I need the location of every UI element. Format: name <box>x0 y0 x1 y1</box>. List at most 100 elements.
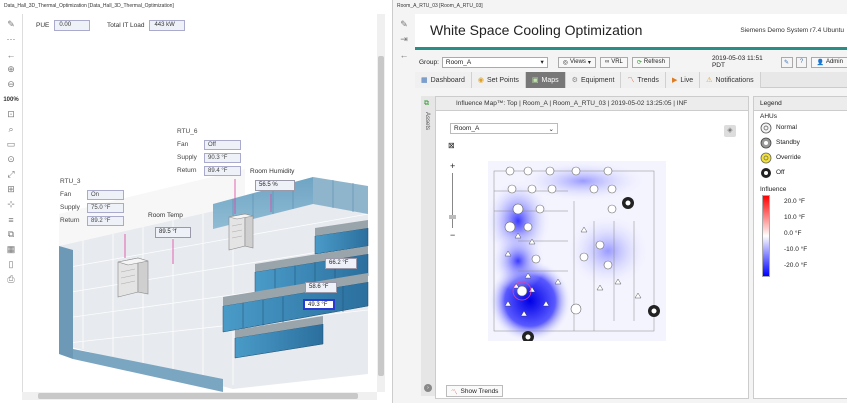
zoom-slider-handle[interactable] <box>449 215 456 219</box>
ahus-label: AHUs <box>760 113 777 120</box>
rack-temp-3[interactable]: 49.3 °F <box>303 299 335 310</box>
system-name: Siemens Demo System r7.4 Ubuntu <box>740 27 844 34</box>
rtu-3-title: RTU_3 <box>60 178 81 185</box>
pen-icon[interactable]: ✎ <box>3 18 19 31</box>
grid-icon[interactable]: ▦ <box>3 243 19 256</box>
rtu-6-unit[interactable] <box>228 213 254 251</box>
fit-icon[interactable]: ⊡ <box>3 108 19 121</box>
total-it-load-value: 443 kW <box>149 20 186 31</box>
tab-label: Notifications <box>715 76 754 84</box>
views-label: Views <box>570 59 586 65</box>
pue-readout: PUE 0.00 <box>36 20 91 31</box>
dots-icon[interactable]: ⋯ <box>3 33 19 46</box>
search-icon[interactable]: ⌕ <box>3 123 19 136</box>
app-title: White Space Cooling Optimization <box>430 22 643 38</box>
layers-icon[interactable]: ◈ <box>724 125 736 137</box>
rtu-6-info[interactable]: RTU_6 Fan Off Supply 90.3 °F Return 89.4 °F <box>177 128 241 178</box>
influence-scale-value: 20.0 °F <box>784 197 806 205</box>
frame-icon[interactable]: ▭ <box>3 138 19 151</box>
group-select[interactable]: Room_A ▾ <box>441 56 548 68</box>
rtu-3-info[interactable]: RTU_3 Fan On Supply 75.0 °F Return 89.2 °F <box>60 178 124 228</box>
network-icon[interactable]: ⊞ <box>3 183 19 196</box>
views-button[interactable]: ◎ Views ▾ <box>557 56 596 68</box>
tab-dashboard[interactable]: ▦ Dashboard <box>415 72 472 88</box>
refresh-icon: ⟳ <box>636 59 642 66</box>
collapse-icon[interactable]: › <box>424 384 432 392</box>
influence-heatmap[interactable] <box>488 161 666 341</box>
legend-off: Off <box>754 165 847 180</box>
trends-icon: 〽 <box>451 389 458 396</box>
help-icon[interactable]: ? <box>795 56 808 68</box>
refresh-button[interactable]: ⟳ Refresh <box>631 56 670 68</box>
influence-gradient-bar <box>762 195 770 277</box>
rtu-3-return-label: Return <box>60 217 80 224</box>
tab-label: Trends <box>637 76 659 84</box>
influence-scale-value: 0.0 °F <box>784 229 802 237</box>
thermal-3d-pane: Data_Hall_3D_Thermal_Optimization [Data_… <box>0 0 390 403</box>
left-vertical-scrollbar[interactable] <box>377 14 385 392</box>
forward-arrow-icon[interactable]: ⇥ <box>396 33 412 46</box>
map-room-select[interactable]: Room_A ⌄ <box>450 123 558 134</box>
page-icon[interactable]: ▯ <box>3 258 19 271</box>
influence-scale-value: -20.0 °F <box>784 261 808 269</box>
assets-sidebar[interactable]: ⧉ Assets › <box>421 96 435 396</box>
expand-icon[interactable]: ⤢ <box>3 168 19 181</box>
influence-label: Influence <box>760 186 787 193</box>
rtu-6-fan-value: Off <box>204 139 241 150</box>
right-pane-title: Room_A_RTU_03 [Room_A_RTU_03] <box>397 3 483 9</box>
fit-icon[interactable]: ⊠ <box>448 141 455 150</box>
room-temp-value[interactable]: 89.5 °f <box>155 227 191 238</box>
layers-icon[interactable]: ⧉ <box>3 228 19 241</box>
legend-standby: Standby <box>754 135 847 150</box>
tab-label: Live <box>680 76 694 84</box>
zoom-in-icon[interactable]: ⊕ <box>3 63 19 76</box>
standby-status-icon <box>760 137 772 148</box>
zoom-level-label: 100% <box>3 96 19 103</box>
zoom-area-icon[interactable]: ⊙ <box>3 153 19 166</box>
influence-map-header: Influence Map™: Top | Room_A | Room_A_RT… <box>436 97 748 111</box>
legend-normal: Normal <box>754 120 847 135</box>
cooling-optimization-pane: Room_A_RTU_03 [Room_A_RTU_03] ✎ ⇥ ← Whit… <box>392 0 847 403</box>
pue-value: 0.00 <box>54 20 91 31</box>
rack-temp-2[interactable]: 58.6 °F <box>305 282 337 293</box>
setpoints-icon: ◉ <box>477 77 484 84</box>
tab-live[interactable]: ▶ Live <box>665 72 701 88</box>
tab-maps[interactable]: ▣ Maps <box>525 72 566 88</box>
pue-label: PUE <box>36 22 50 29</box>
rtu-3-unit[interactable] <box>117 257 149 298</box>
map-room-value: Room_A <box>454 125 480 132</box>
tab-equipment[interactable]: ⚙ Equipment <box>565 72 622 88</box>
room-humidity-value[interactable]: 56.5 % <box>255 180 295 191</box>
assets-label: Assets <box>424 112 430 131</box>
tab-notifications[interactable]: ⚠ Notifications <box>700 72 761 88</box>
back-arrow-icon[interactable]: ← <box>396 48 412 61</box>
vrl-icon: ∞ <box>604 59 610 65</box>
user-icon: 👤 <box>816 59 824 66</box>
influence-map-panel: Influence Map™: Top | Room_A | Room_A_RT… <box>435 96 749 399</box>
rtu-3-fan-value: On <box>87 189 124 200</box>
tab-set-points[interactable]: ◉ Set Points <box>471 72 526 88</box>
zoom-out-icon[interactable]: ⊖ <box>3 78 19 91</box>
snap-icon[interactable]: ⊹ <box>3 198 19 211</box>
override-status-icon <box>760 152 772 163</box>
show-trends-button[interactable]: 〽 Show Trends <box>446 385 504 397</box>
left-horizontal-scrollbar[interactable] <box>22 392 377 400</box>
legend-title: Legend <box>754 97 847 111</box>
rtu-3-fan-label: Fan <box>60 191 72 198</box>
rack-temp-1[interactable]: 66.2 °F <box>325 258 357 269</box>
admin-button[interactable]: 👤 Admin <box>811 56 847 68</box>
tab-trends[interactable]: 〽 Trends <box>621 72 666 88</box>
print-icon[interactable]: ⎙ <box>3 273 19 286</box>
refresh-label: Refresh <box>643 59 665 65</box>
lines-icon[interactable]: ≡ <box>3 213 19 226</box>
edit-icon[interactable]: ✎ <box>780 56 793 68</box>
zoom-out-icon[interactable]: − <box>450 230 455 240</box>
vrl-button[interactable]: ∞ VRL <box>599 56 628 68</box>
legend-panel: Legend AHUs Normal Standby Override Off … <box>753 96 847 399</box>
zoom-in-icon[interactable]: + <box>450 161 455 171</box>
tab-label: Equipment <box>580 76 615 84</box>
back-arrow-icon[interactable]: ← <box>3 48 19 61</box>
pen-icon[interactable]: ✎ <box>396 18 412 31</box>
group-label: Group: <box>419 58 439 66</box>
tree-icon: ⧉ <box>424 100 429 107</box>
